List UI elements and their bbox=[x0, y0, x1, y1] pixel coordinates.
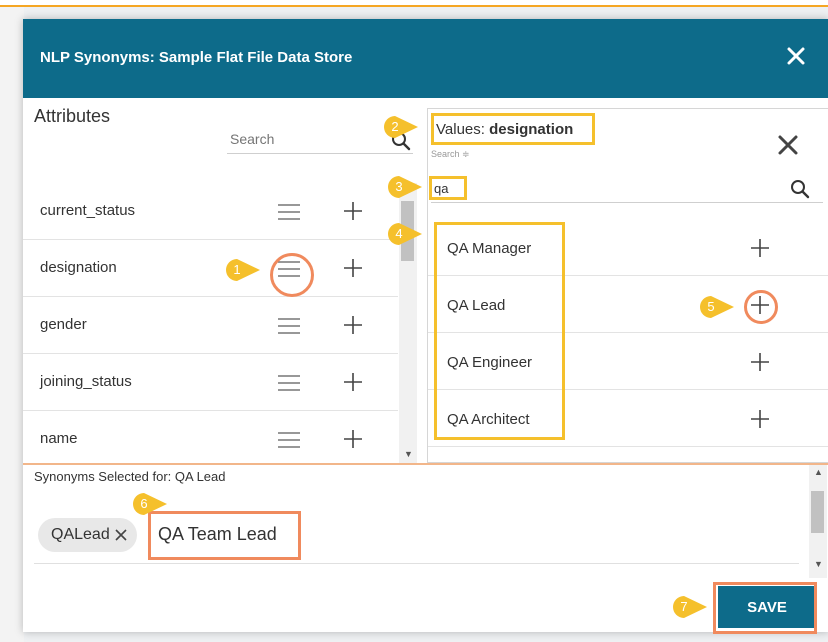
synonyms-title: Synonyms Selected for: QA Lead bbox=[34, 469, 226, 484]
attribute-row[interactable]: current_status bbox=[23, 183, 398, 240]
step-marker: 3 bbox=[388, 176, 422, 198]
attribute-label: gender bbox=[40, 316, 87, 333]
highlight-save-button bbox=[713, 582, 817, 634]
step-marker: 6 bbox=[133, 493, 167, 515]
close-icon[interactable] bbox=[775, 132, 801, 158]
step-marker: 1 bbox=[226, 259, 260, 281]
step-marker: 7 bbox=[673, 596, 707, 618]
dialog-header: NLP Synonyms: Sample Flat File Data Stor… bbox=[23, 19, 828, 98]
attribute-label: current_status bbox=[40, 202, 136, 219]
synonym-chip-label: QALead bbox=[51, 526, 110, 543]
highlight-values-title bbox=[431, 113, 595, 145]
highlight-synonym-input bbox=[148, 511, 301, 560]
background-page-left-edge bbox=[0, 7, 24, 642]
synonym-input-underline bbox=[34, 563, 799, 564]
step-marker: 4 bbox=[388, 223, 422, 245]
plus-icon[interactable] bbox=[340, 312, 366, 338]
plus-icon[interactable] bbox=[747, 349, 773, 375]
step-marker-number: 5 bbox=[707, 299, 715, 314]
plus-icon[interactable] bbox=[340, 255, 366, 281]
highlight-values-search bbox=[429, 176, 467, 200]
step-marker-number: 6 bbox=[140, 496, 148, 511]
step-marker-number: 7 bbox=[680, 599, 688, 614]
step-marker-number: 3 bbox=[395, 179, 403, 194]
step-marker: 2 bbox=[384, 116, 418, 138]
scroll-up-arrow-icon[interactable]: ▲ bbox=[814, 467, 823, 477]
values-search-label-text: Search bbox=[431, 149, 460, 159]
plus-icon[interactable] bbox=[340, 198, 366, 224]
hamburger-menu-icon[interactable] bbox=[276, 199, 302, 225]
close-icon bbox=[787, 47, 805, 65]
scroll-down-arrow-icon[interactable]: ▼ bbox=[404, 449, 413, 459]
attribute-row[interactable]: gender bbox=[23, 297, 398, 354]
remove-chip-icon[interactable] bbox=[113, 527, 129, 543]
plus-icon[interactable] bbox=[340, 369, 366, 395]
scroll-down-arrow-icon[interactable]: ▼ bbox=[814, 559, 823, 569]
values-search-input[interactable] bbox=[431, 175, 823, 203]
attribute-label: designation bbox=[40, 259, 117, 276]
close-dialog-button[interactable] bbox=[781, 41, 811, 71]
search-icon[interactable] bbox=[790, 179, 810, 199]
hamburger-menu-icon[interactable] bbox=[276, 427, 302, 453]
synonyms-divider bbox=[23, 463, 828, 465]
synonym-chip: QALead bbox=[38, 518, 137, 552]
hamburger-menu-icon[interactable] bbox=[276, 313, 302, 339]
background-page-top-bar bbox=[0, 0, 828, 7]
nlp-synonyms-dialog: NLP Synonyms: Sample Flat File Data Stor… bbox=[23, 19, 828, 632]
attribute-row[interactable]: designation bbox=[23, 240, 398, 297]
attributes-list: current_status designation gender joinin… bbox=[23, 183, 398, 468]
step-marker-number: 4 bbox=[395, 226, 403, 241]
attribute-row[interactable]: joining_status bbox=[23, 354, 398, 411]
attribute-label: name bbox=[40, 430, 78, 447]
highlight-values-list bbox=[434, 222, 565, 440]
values-search-label: Search ≑ bbox=[431, 149, 470, 159]
dialog-title: NLP Synonyms: Sample Flat File Data Stor… bbox=[40, 49, 353, 66]
plus-icon[interactable] bbox=[340, 426, 366, 452]
step-marker-number: 1 bbox=[233, 262, 241, 277]
highlight-add-icon bbox=[744, 290, 778, 324]
highlight-menu-icon bbox=[270, 253, 314, 297]
attribute-row[interactable]: name bbox=[23, 411, 398, 468]
hamburger-menu-icon[interactable] bbox=[276, 370, 302, 396]
attributes-title: Attributes bbox=[34, 106, 111, 126]
plus-icon[interactable] bbox=[747, 406, 773, 432]
synonyms-scrollbar-thumb[interactable] bbox=[811, 491, 824, 533]
plus-icon[interactable] bbox=[747, 235, 773, 261]
attribute-label: joining_status bbox=[40, 373, 132, 390]
step-marker: 5 bbox=[700, 296, 734, 318]
step-marker-number: 2 bbox=[391, 119, 399, 134]
